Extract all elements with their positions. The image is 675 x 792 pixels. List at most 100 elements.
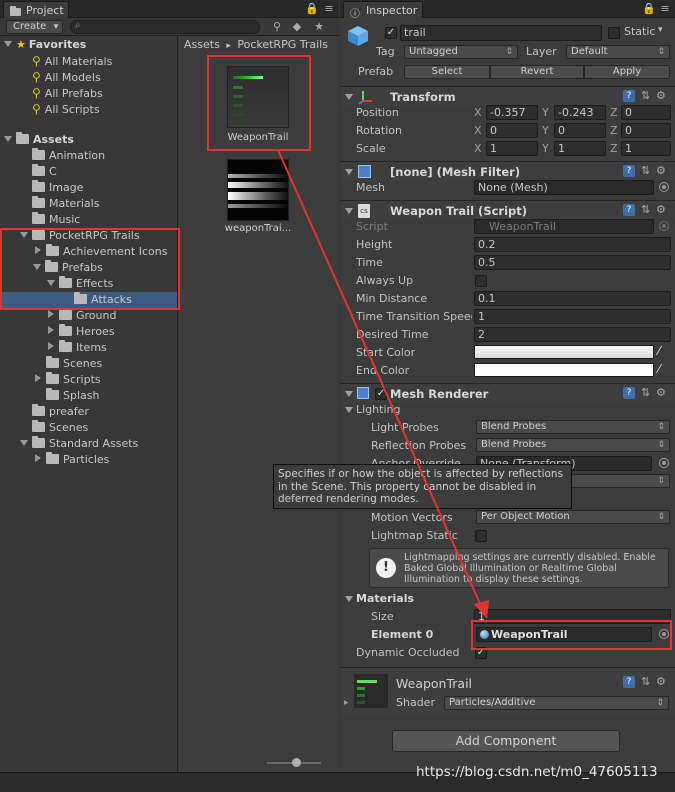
eyedropper-icon[interactable]: ⁄: [658, 362, 660, 376]
height-field[interactable]: 0.2: [474, 237, 671, 252]
gear-icon[interactable]: ⚙: [656, 386, 666, 399]
create-button[interactable]: Create: [6, 20, 64, 34]
prefab-revert-button[interactable]: Revert: [490, 65, 584, 79]
scale-y-field[interactable]: 1: [554, 141, 606, 156]
time-field[interactable]: 0.5: [474, 255, 671, 270]
mesh-filter-header[interactable]: [none] (Mesh Filter) ? ⇅ ⚙: [340, 161, 675, 181]
materials-size-field[interactable]: 1: [474, 609, 671, 624]
favorite-item[interactable]: ⚲ All Materials: [32, 53, 112, 69]
project-search-input[interactable]: ⌕: [70, 20, 260, 34]
shader-dropdown[interactable]: Particles/Additive: [444, 696, 669, 710]
fold-closed-icon[interactable]: [35, 246, 41, 254]
tree-item-scenes-root[interactable]: Scenes: [32, 420, 88, 436]
fold-open-icon[interactable]: [345, 169, 353, 175]
fold-closed-icon[interactable]: [48, 342, 54, 350]
rotation-x-field[interactable]: 0: [486, 123, 538, 138]
weapontrail-material-thumb[interactable]: [227, 66, 289, 128]
light-probes-dropdown[interactable]: Blend Probes: [476, 420, 670, 434]
axis-z-label[interactable]: Z: [610, 124, 618, 137]
object-picker-icon[interactable]: [659, 458, 669, 468]
fold-open-icon[interactable]: [345, 94, 353, 100]
fold-closed-icon[interactable]: [48, 326, 54, 334]
object-picker-icon[interactable]: [659, 182, 669, 192]
search-by-label-icon[interactable]: ◆: [290, 20, 304, 34]
help-book-icon[interactable]: ?: [623, 387, 635, 399]
fold-open-icon[interactable]: [345, 596, 353, 602]
weapontrail-texture-thumb[interactable]: [227, 159, 289, 221]
rotation-z-field[interactable]: 0: [621, 123, 671, 138]
fold-open-icon[interactable]: [345, 407, 353, 413]
axis-y-label[interactable]: Y: [542, 124, 549, 137]
time-transition-field[interactable]: 1: [474, 309, 671, 324]
object-name-input[interactable]: trail: [400, 25, 602, 41]
fold-open-icon[interactable]: [345, 208, 353, 214]
tree-item-image[interactable]: Image: [32, 180, 83, 196]
tag-dropdown[interactable]: Untagged: [404, 45, 518, 59]
prefab-apply-button[interactable]: Apply: [584, 65, 670, 79]
favorite-star-icon[interactable]: ★: [312, 20, 326, 34]
weapon-trail-header[interactable]: cs Weapon Trail (Script) ? ⇅ ⚙: [340, 200, 675, 220]
axis-y-label[interactable]: Y: [542, 142, 549, 155]
fold-closed-icon[interactable]: [48, 310, 54, 318]
tree-item-heroes[interactable]: Heroes: [47, 324, 115, 340]
preset-sliders-icon[interactable]: ⇅: [641, 675, 650, 688]
scale-x-field[interactable]: 1: [486, 141, 538, 156]
add-component-button[interactable]: Add Component: [392, 730, 620, 752]
tree-item-pocketrpg-trails[interactable]: PocketRPG Trails: [20, 228, 140, 244]
tree-item-particles[interactable]: Particles: [34, 452, 109, 468]
layer-dropdown[interactable]: Default: [566, 45, 670, 59]
tree-item-scenes[interactable]: Scenes: [46, 356, 102, 372]
start-color-swatch[interactable]: [474, 345, 654, 359]
position-x-field[interactable]: -0.357: [486, 105, 538, 120]
fold-open-icon[interactable]: [4, 41, 12, 47]
panel-menu-icon[interactable]: ≡: [658, 2, 672, 16]
element0-object-field[interactable]: WeaponTrail: [476, 627, 652, 642]
favorite-item[interactable]: ⚲ All Models: [32, 69, 101, 85]
active-checkbox[interactable]: ✓: [385, 27, 397, 39]
always-up-checkbox[interactable]: [475, 275, 487, 287]
fold-open-icon[interactable]: [33, 264, 41, 270]
tree-item-scripts[interactable]: Scripts: [34, 372, 101, 388]
scale-z-field[interactable]: 1: [621, 141, 671, 156]
tree-item-materials[interactable]: Materials: [32, 196, 99, 212]
gear-icon[interactable]: ⚙: [656, 89, 666, 102]
fold-open-icon[interactable]: [47, 280, 55, 286]
lock-icon[interactable]: 🔒: [642, 2, 656, 16]
tree-item-effects[interactable]: Effects: [47, 276, 113, 292]
tree-item-ground[interactable]: Ground: [47, 308, 116, 324]
tab-project[interactable]: Project: [3, 1, 69, 18]
axis-z-label[interactable]: Z: [610, 106, 618, 119]
preset-sliders-icon[interactable]: ⇅: [641, 164, 650, 177]
tree-item-achievement-icons[interactable]: Achievement Icons: [34, 244, 167, 260]
breadcrumb-root[interactable]: Assets: [184, 38, 220, 51]
prefab-select-button[interactable]: Select: [404, 65, 490, 79]
favorite-item[interactable]: ⚲ All Scripts: [32, 101, 100, 117]
slider-knob[interactable]: [292, 758, 301, 767]
eyedropper-icon[interactable]: ⁄: [658, 344, 660, 358]
fold-closed-icon[interactable]: ▸: [344, 698, 349, 708]
fold-closed-icon[interactable]: [35, 374, 41, 382]
breadcrumb-folder[interactable]: PocketRPG Trails: [237, 38, 328, 51]
tab-inspector[interactable]: ⓘ Inspector: [343, 1, 423, 20]
tree-item-prefabs[interactable]: Prefabs: [33, 260, 103, 276]
tree-item-splash[interactable]: Splash: [46, 388, 99, 404]
preset-sliders-icon[interactable]: ⇅: [641, 89, 650, 102]
axis-x-label[interactable]: X: [474, 124, 482, 137]
help-book-icon[interactable]: ?: [623, 204, 635, 216]
axis-x-label[interactable]: X: [474, 142, 482, 155]
asset-label[interactable]: WeaponTrail: [218, 132, 298, 143]
panel-menu-icon[interactable]: ≡: [322, 2, 336, 16]
tree-item-items[interactable]: Items: [47, 340, 107, 356]
tree-item-music[interactable]: Music: [32, 212, 80, 228]
help-book-icon[interactable]: ?: [623, 676, 635, 688]
fold-open-icon[interactable]: [4, 136, 12, 142]
fold-closed-icon[interactable]: [35, 454, 41, 462]
static-checkbox[interactable]: [608, 27, 620, 39]
tree-item-attacks[interactable]: Attacks: [0, 292, 177, 308]
tree-item-c[interactable]: C: [32, 164, 57, 180]
tree-item-standard-assets[interactable]: Standard Assets: [20, 436, 138, 452]
axis-y-label[interactable]: Y: [542, 106, 549, 119]
mesh-renderer-header[interactable]: ✓ Mesh Renderer ? ⇅ ⚙: [340, 383, 675, 403]
assets-root[interactable]: Assets: [4, 132, 74, 148]
dynamic-occluded-checkbox[interactable]: ✓: [475, 647, 487, 659]
